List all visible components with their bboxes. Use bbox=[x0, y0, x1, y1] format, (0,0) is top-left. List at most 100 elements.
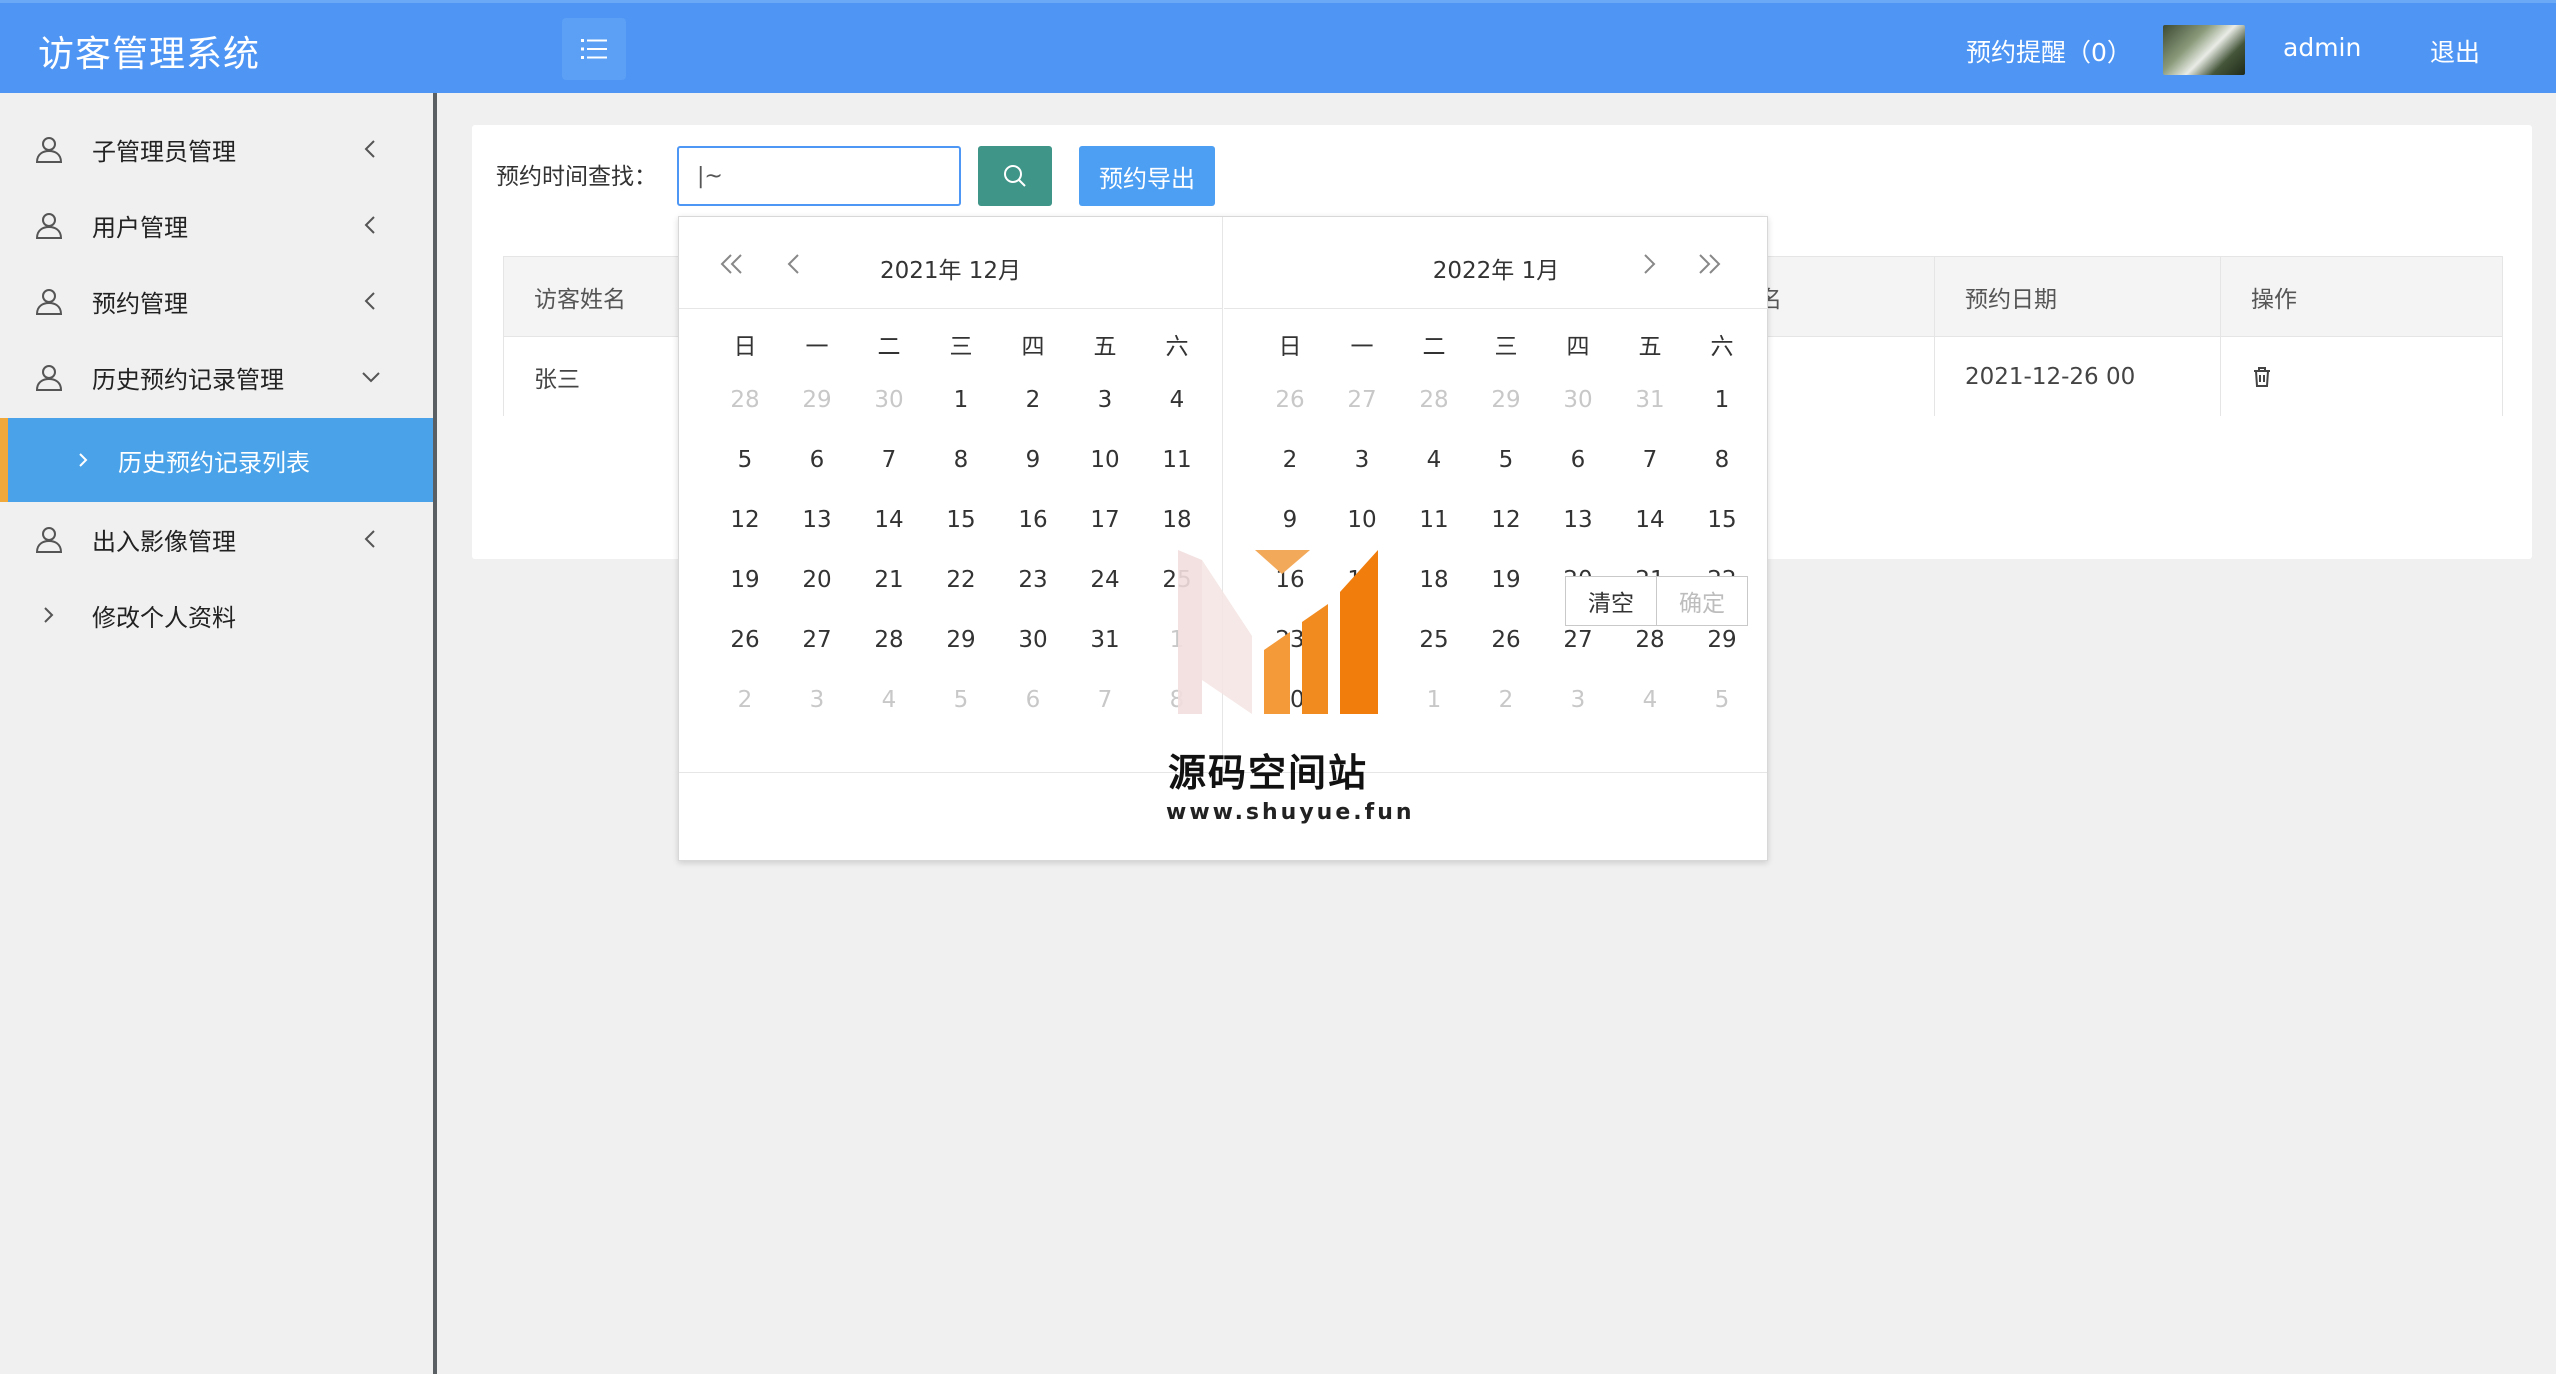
sidebar-item-reservations[interactable]: 预约管理 bbox=[0, 263, 433, 339]
top-header: 访客管理系统 预约提醒（0） admin 退出 bbox=[0, 0, 2556, 93]
column-header: 预约日期 bbox=[1935, 257, 2221, 336]
calendar-day[interactable]: 5 bbox=[925, 687, 997, 713]
calendar-day[interactable]: 20 bbox=[781, 567, 853, 593]
calendar-day[interactable]: 14 bbox=[1614, 507, 1686, 533]
calendar-day[interactable]: 17 bbox=[1069, 507, 1141, 533]
date-range-input[interactable]: |~ bbox=[677, 146, 961, 206]
sidebar-item-users[interactable]: 用户管理 bbox=[0, 187, 433, 263]
calendar-day[interactable]: 8 bbox=[1686, 447, 1758, 473]
calendar-day[interactable]: 3 bbox=[1326, 447, 1398, 473]
calendar-day[interactable]: 31 bbox=[1069, 627, 1141, 653]
export-button[interactable]: 预约导出 bbox=[1079, 146, 1215, 206]
calendar-day[interactable]: 2 bbox=[997, 387, 1069, 413]
calendar-day[interactable]: 28 bbox=[853, 627, 925, 653]
calendar-day[interactable]: 15 bbox=[925, 507, 997, 533]
calendar-day[interactable]: 27 bbox=[1542, 627, 1614, 653]
menu-toggle-button[interactable] bbox=[562, 18, 626, 80]
calendar-day[interactable]: 3 bbox=[1542, 687, 1614, 713]
sidebar-item-history-list[interactable]: 历史预约记录列表 bbox=[0, 418, 433, 502]
weekday-label: 四 bbox=[1021, 334, 1045, 360]
calendar-day[interactable]: 7 bbox=[1069, 687, 1141, 713]
calendar-day[interactable]: 12 bbox=[1470, 507, 1542, 533]
calendar-day[interactable]: 30 bbox=[853, 387, 925, 413]
calendar-day[interactable]: 9 bbox=[997, 447, 1069, 473]
reminder-link[interactable]: 预约提醒（0） bbox=[1966, 33, 2132, 69]
double-chevron-right-icon[interactable] bbox=[1694, 249, 1724, 279]
calendar-day[interactable]: 28 bbox=[1614, 627, 1686, 653]
calendar-day[interactable]: 4 bbox=[1614, 687, 1686, 713]
calendar-day[interactable]: 2 bbox=[1470, 687, 1542, 713]
username-link[interactable]: admin bbox=[2283, 33, 2361, 62]
sidebar-item-label: 预约管理 bbox=[92, 289, 188, 318]
calendar-title: 2021年 12月 bbox=[879, 258, 1022, 284]
logout-link[interactable]: 退出 bbox=[2430, 33, 2480, 69]
calendar-day[interactable]: 29 bbox=[925, 627, 997, 653]
confirm-button[interactable]: 确定 bbox=[1656, 576, 1748, 626]
calendar-day[interactable]: 9 bbox=[1254, 507, 1326, 533]
calendar-day[interactable]: 27 bbox=[781, 627, 853, 653]
calendar-day[interactable]: 7 bbox=[853, 447, 925, 473]
weekday-label: 一 bbox=[1350, 334, 1374, 360]
sidebar-item-history[interactable]: 历史预约记录管理 bbox=[0, 339, 433, 415]
calendar-day[interactable]: 1 bbox=[925, 387, 997, 413]
calendar-day[interactable]: 26 bbox=[1254, 387, 1326, 413]
calendar-day[interactable]: 15 bbox=[1686, 507, 1758, 533]
chevron-right-icon[interactable] bbox=[1634, 249, 1664, 279]
delete-icon[interactable] bbox=[2251, 365, 2273, 389]
calendar-day[interactable]: 26 bbox=[1470, 627, 1542, 653]
calendar-day[interactable]: 30 bbox=[997, 627, 1069, 653]
calendar-day[interactable]: 31 bbox=[1614, 387, 1686, 413]
calendar-day[interactable]: 19 bbox=[709, 567, 781, 593]
calendar-day[interactable]: 21 bbox=[853, 567, 925, 593]
clear-button[interactable]: 清空 bbox=[1565, 576, 1657, 626]
calendar-day[interactable]: 6 bbox=[781, 447, 853, 473]
calendar-day[interactable]: 3 bbox=[781, 687, 853, 713]
calendar-day[interactable]: 1 bbox=[1686, 387, 1758, 413]
calendar-day[interactable]: 4 bbox=[853, 687, 925, 713]
calendar-day[interactable]: 28 bbox=[709, 387, 781, 413]
calendar-day[interactable]: 5 bbox=[1470, 447, 1542, 473]
calendar-day[interactable]: 29 bbox=[1686, 627, 1758, 653]
calendar-day[interactable]: 2 bbox=[709, 687, 781, 713]
calendar-day[interactable]: 4 bbox=[1398, 447, 1470, 473]
calendar-day[interactable]: 24 bbox=[1069, 567, 1141, 593]
calendar-day[interactable]: 27 bbox=[1326, 387, 1398, 413]
calendar-day[interactable]: 30 bbox=[1542, 387, 1614, 413]
calendar-day[interactable]: 4 bbox=[1141, 387, 1213, 413]
calendar-day[interactable]: 18 bbox=[1141, 507, 1213, 533]
calendar-day[interactable]: 5 bbox=[709, 447, 781, 473]
calendar-day[interactable]: 26 bbox=[709, 627, 781, 653]
calendar-day[interactable]: 29 bbox=[781, 387, 853, 413]
calendar-day[interactable]: 7 bbox=[1614, 447, 1686, 473]
weekday-label: 日 bbox=[733, 334, 757, 360]
calendar-day[interactable]: 2 bbox=[1254, 447, 1326, 473]
calendar-day[interactable]: 13 bbox=[781, 507, 853, 533]
user-icon bbox=[35, 213, 63, 239]
calendar-day[interactable]: 11 bbox=[1398, 507, 1470, 533]
calendar-day[interactable]: 3 bbox=[1069, 387, 1141, 413]
calendar-day[interactable]: 23 bbox=[997, 567, 1069, 593]
calendar-day[interactable]: 5 bbox=[1686, 687, 1758, 713]
calendar-day[interactable]: 11 bbox=[1141, 447, 1213, 473]
sidebar-item-images[interactable]: 出入影像管理 bbox=[0, 501, 433, 577]
calendar-day[interactable]: 29 bbox=[1470, 387, 1542, 413]
calendar-day[interactable]: 14 bbox=[853, 507, 925, 533]
calendar-day[interactable]: 6 bbox=[997, 687, 1069, 713]
calendar-title: 2022年 1月 bbox=[1432, 258, 1560, 284]
calendar-day[interactable]: 13 bbox=[1542, 507, 1614, 533]
calendar-day[interactable]: 28 bbox=[1398, 387, 1470, 413]
calendar-day[interactable]: 12 bbox=[709, 507, 781, 533]
calendar-day[interactable]: 22 bbox=[925, 567, 997, 593]
weekday-label: 五 bbox=[1638, 334, 1662, 360]
sidebar-item-profile[interactable]: 修改个人资料 bbox=[0, 577, 433, 653]
calendar-day[interactable]: 8 bbox=[925, 447, 997, 473]
calendar-day[interactable]: 10 bbox=[1069, 447, 1141, 473]
sidebar-item-sub-admin[interactable]: 子管理员管理 bbox=[0, 111, 433, 187]
date-cell: 2021-12-26 00 bbox=[1935, 337, 2221, 416]
calendar-day[interactable]: 10 bbox=[1326, 507, 1398, 533]
calendar-day[interactable]: 6 bbox=[1542, 447, 1614, 473]
calendar-day[interactable]: 16 bbox=[997, 507, 1069, 533]
avatar[interactable] bbox=[2163, 25, 2245, 75]
calendar-day[interactable]: 19 bbox=[1470, 567, 1542, 593]
search-button[interactable] bbox=[978, 146, 1052, 206]
